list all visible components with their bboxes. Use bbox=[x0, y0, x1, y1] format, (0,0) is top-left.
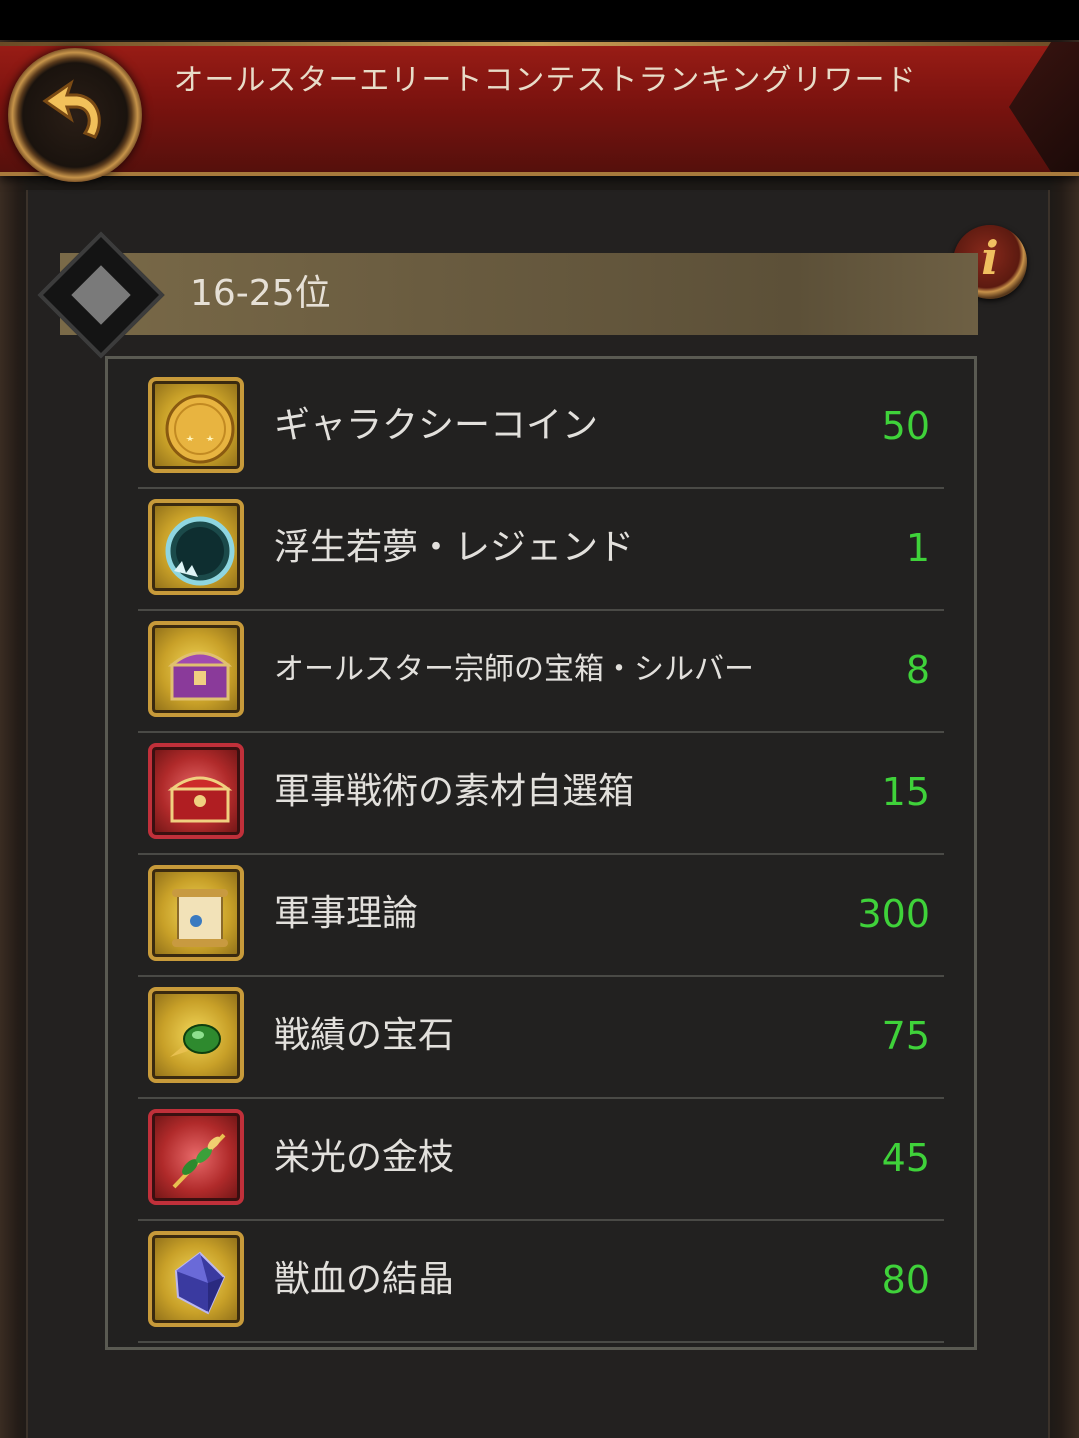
reward-row: 軍事戦術の素材自選箱 15 bbox=[138, 731, 944, 855]
back-arrow-icon bbox=[42, 79, 101, 139]
reward-name: 獣血の結晶 bbox=[274, 1259, 455, 1300]
reward-quantity: 45 bbox=[881, 1136, 930, 1180]
back-button[interactable] bbox=[8, 48, 142, 182]
reward-row: オールスター宗師の宝箱・シルバー 8 bbox=[138, 609, 944, 733]
golden-branch-icon[interactable] bbox=[148, 1109, 244, 1205]
reward-row: 栄光の金枝 45 bbox=[138, 1097, 944, 1221]
galaxy-coin-icon[interactable] bbox=[148, 377, 244, 473]
reward-name: 軍事戦術の素材自選箱 bbox=[274, 771, 635, 812]
reward-quantity: 300 bbox=[857, 892, 930, 936]
legend-frame-icon[interactable] bbox=[148, 499, 244, 595]
rank-range-label: 16-25位 bbox=[190, 273, 331, 314]
status-bar-area bbox=[0, 0, 1079, 40]
reward-quantity: 8 bbox=[905, 648, 930, 692]
reward-quantity: 80 bbox=[881, 1258, 930, 1302]
reward-row: 獣血の結晶 80 bbox=[138, 1219, 944, 1343]
crystal-icon[interactable] bbox=[148, 1231, 244, 1327]
reward-quantity: 15 bbox=[881, 770, 930, 814]
material-chest-icon[interactable] bbox=[148, 743, 244, 839]
reward-row: 軍事理論 300 bbox=[138, 853, 944, 977]
page-title: オールスターエリートコンテストランキングリワード bbox=[173, 63, 917, 98]
reward-name: 栄光の金枝 bbox=[274, 1137, 455, 1178]
reward-quantity: 75 bbox=[881, 1014, 930, 1058]
reward-quantity: 1 bbox=[905, 526, 930, 570]
silver-chest-icon[interactable] bbox=[148, 621, 244, 717]
reward-name: 戦績の宝石 bbox=[274, 1015, 455, 1056]
reward-list: ギャラクシーコイン 50 浮生若夢・レジェンド 1 オールスター宗師の宝箱・シル… bbox=[105, 356, 977, 1350]
reward-name: ギャラクシーコイン bbox=[274, 405, 599, 446]
reward-row: 浮生若夢・レジェンド 1 bbox=[138, 487, 944, 611]
reward-name: オールスター宗師の宝箱・シルバー bbox=[274, 652, 754, 687]
reward-name: 軍事理論 bbox=[274, 893, 419, 934]
scroll-icon[interactable] bbox=[148, 865, 244, 961]
reward-name: 浮生若夢・レジェンド bbox=[274, 527, 635, 568]
reward-quantity: 50 bbox=[881, 404, 930, 448]
reward-row: ギャラクシーコイン 50 bbox=[138, 365, 944, 489]
reward-row: 戦績の宝石 75 bbox=[138, 975, 944, 1099]
green-gem-icon[interactable] bbox=[148, 987, 244, 1083]
